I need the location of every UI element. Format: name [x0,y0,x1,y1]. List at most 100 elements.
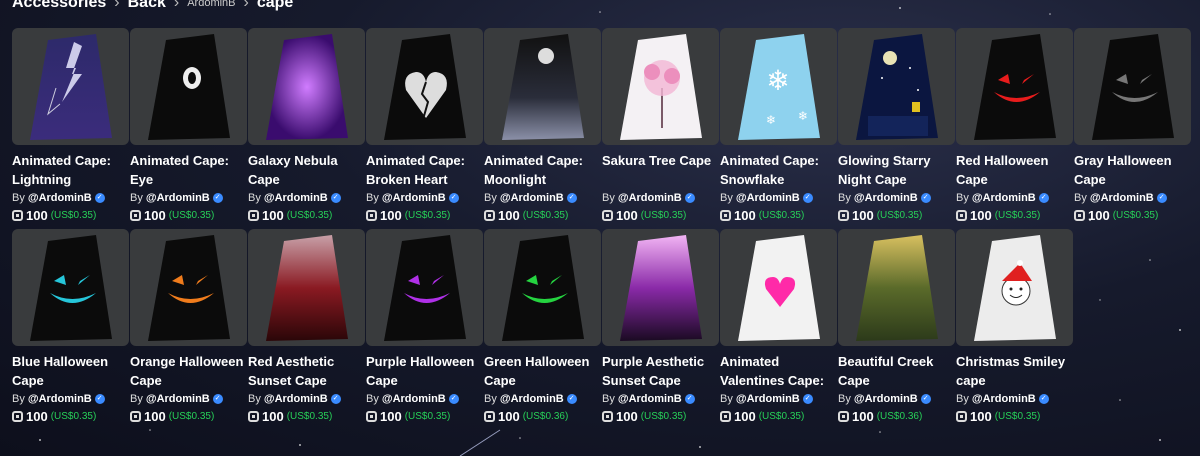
item-price: 100 (US$0.36) [838,409,922,424]
item-title[interactable]: Gray Halloween Cape [1074,151,1196,189]
item-card[interactable]: Animated Cape: Broken Heart By @ArdominB… [366,28,484,228]
robux-icon [720,210,731,221]
creator-link[interactable]: @ArdominB [146,393,210,405]
creator-link[interactable]: @ArdominB [1090,192,1154,204]
creator-link[interactable]: @ArdominB [146,192,210,204]
robux-icon [1074,210,1085,221]
item-title[interactable]: Animated Valentines Cape: [720,352,842,390]
item-card[interactable]: Animated Cape: Lightning By @ArdominB ✓ … [12,28,130,228]
item-card[interactable]: Animated Cape: Moonlight By @ArdominB ✓ … [484,28,602,228]
item-thumbnail[interactable] [838,28,955,145]
verified-badge-icon: ✓ [212,193,223,203]
creator-link[interactable]: @ArdominB [736,393,800,405]
item-title[interactable]: Animated Cape: Eye [130,151,252,189]
verified-badge-icon: ✓ [684,394,695,404]
breadcrumb-back[interactable]: Back [128,0,166,12]
cape-image [974,34,1056,140]
creator-link[interactable]: @ArdominB [618,393,682,405]
creator-link[interactable]: @ArdominB [618,192,682,204]
item-title[interactable]: Red Halloween Cape [956,151,1078,189]
creator-link[interactable]: @ArdominB [972,393,1036,405]
item-thumbnail[interactable] [130,229,247,346]
creator-link[interactable]: @ArdominB [382,192,446,204]
creator-link[interactable]: @ArdominB [972,192,1036,204]
creator-link[interactable]: @ArdominB [854,393,918,405]
item-thumbnail[interactable] [956,28,1073,145]
item-title[interactable]: Sakura Tree Cape [602,151,724,170]
item-card[interactable]: Glowing Starry Night Cape By @ArdominB ✓… [838,28,956,228]
item-card[interactable]: ❄ ❄ ❄ Animated Cape: Snowflake By @Ardomin… [720,28,838,228]
item-title[interactable]: Animated Cape: Lightning [12,151,134,189]
cape-image [148,34,230,140]
item-title[interactable]: Blue Halloween Cape [12,352,134,390]
item-thumbnail[interactable] [484,28,601,145]
item-thumbnail[interactable] [956,229,1073,346]
item-thumbnail[interactable] [248,229,365,346]
breadcrumb-creator[interactable]: ArdominB [187,0,235,9]
item-card[interactable]: Gray Halloween Cape By @ArdominB ✓ 100 (… [1074,28,1192,228]
item-card[interactable]: Animated Valentines Cape: By @ArdominB ✓… [720,229,838,429]
item-thumbnail[interactable] [366,229,483,346]
item-thumbnail[interactable] [720,229,837,346]
creator-link[interactable]: @ArdominB [264,192,328,204]
cape-image [30,235,112,341]
item-thumbnail[interactable]: ❄ ❄ ❄ [720,28,837,145]
robux-icon [602,210,613,221]
item-thumbnail[interactable] [248,28,365,145]
item-title[interactable]: Animated Cape: Broken Heart [366,151,488,189]
item-thumbnail[interactable] [366,28,483,145]
item-card[interactable]: Christmas Smiley cape By @ArdominB ✓ 100… [956,229,1074,429]
item-card[interactable]: Sakura Tree Cape By @ArdominB ✓ 100 (US$… [602,28,720,228]
item-thumbnail[interactable] [130,28,247,145]
creator-link[interactable]: @ArdominB [500,192,564,204]
item-card[interactable]: Purple Aesthetic Sunset Cape By @Ardomin… [602,229,720,429]
robux-icon [366,210,377,221]
item-title[interactable]: Glowing Starry Night Cape [838,151,960,189]
item-card[interactable]: Purple Halloween Cape By @ArdominB ✓ 100… [366,229,484,429]
item-title[interactable]: Animated Cape: Snowflake [720,151,842,189]
item-creator: By @ArdominB ✓ [484,393,577,405]
verified-badge-icon: ✓ [566,394,577,404]
item-thumbnail[interactable] [838,229,955,346]
item-price: 100 (US$0.35) [956,208,1040,223]
item-thumbnail[interactable] [12,229,129,346]
item-title[interactable]: Green Halloween Cape [484,352,606,390]
item-creator: By @ArdominB ✓ [838,192,931,204]
item-card[interactable]: Orange Halloween Cape By @ArdominB ✓ 100… [130,229,248,429]
item-card[interactable]: Red Halloween Cape By @ArdominB ✓ 100 (U… [956,28,1074,228]
robux-icon [720,411,731,422]
robux-price: 100 [852,409,874,424]
item-card[interactable]: Galaxy Nebula Cape By @ArdominB ✓ 100 (U… [248,28,366,228]
creator-link[interactable]: @ArdominB [382,393,446,405]
item-title[interactable]: Animated Cape: Moonlight [484,151,606,189]
item-title[interactable]: Christmas Smiley cape [956,352,1078,390]
robux-icon [838,411,849,422]
cape-image [30,34,112,140]
creator-link[interactable]: @ArdominB [500,393,564,405]
item-title[interactable]: Galaxy Nebula Cape [248,151,370,189]
by-label: By [1074,192,1087,204]
item-thumbnail[interactable] [1074,28,1191,145]
item-title[interactable]: Purple Halloween Cape [366,352,488,390]
creator-link[interactable]: @ArdominB [28,192,92,204]
item-card[interactable]: Green Halloween Cape By @ArdominB ✓ 100 … [484,229,602,429]
creator-link[interactable]: @ArdominB [264,393,328,405]
item-price: 100 (US$0.35) [12,208,96,223]
item-title[interactable]: Beautiful Creek Cape [838,352,960,390]
item-title[interactable]: Purple Aesthetic Sunset Cape [602,352,724,390]
creator-link[interactable]: @ArdominB [854,192,918,204]
item-card[interactable]: Blue Halloween Cape By @ArdominB ✓ 100 (… [12,229,130,429]
item-card[interactable]: Animated Cape: Eye By @ArdominB ✓ 100 (U… [130,28,248,228]
breadcrumb-accessories[interactable]: Accessories [12,0,106,12]
item-title[interactable]: Orange Halloween Cape [130,352,252,390]
item-thumbnail[interactable] [602,229,719,346]
item-thumbnail[interactable] [12,28,129,145]
item-price: 100 (US$0.35) [1074,208,1158,223]
item-thumbnail[interactable] [602,28,719,145]
item-thumbnail[interactable] [484,229,601,346]
item-title[interactable]: Red Aesthetic Sunset Cape [248,352,370,390]
creator-link[interactable]: @ArdominB [28,393,92,405]
item-card[interactable]: Beautiful Creek Cape By @ArdominB ✓ 100 … [838,229,956,429]
item-card[interactable]: Red Aesthetic Sunset Cape By @ArdominB ✓… [248,229,366,429]
creator-link[interactable]: @ArdominB [736,192,800,204]
